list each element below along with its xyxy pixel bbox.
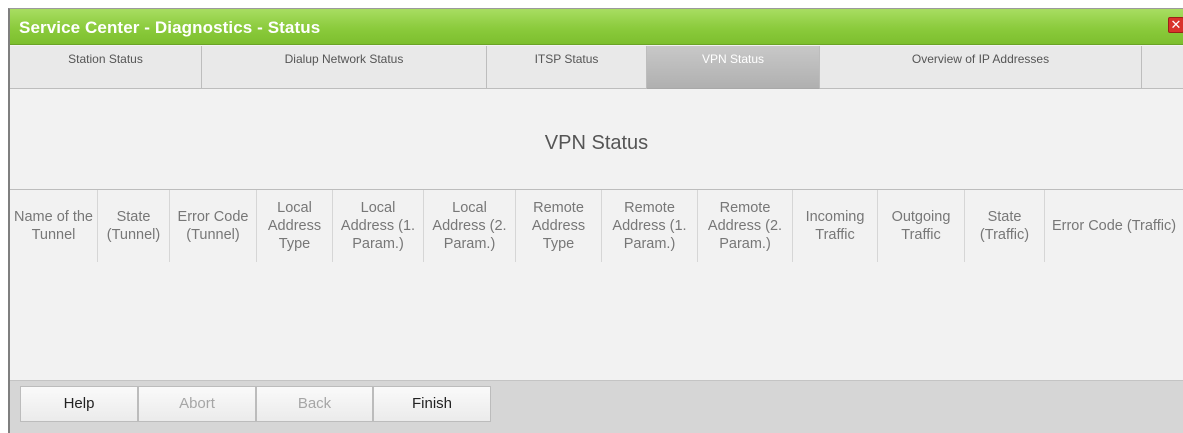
column-header-outgoing-traffic: Outgoing Traffic bbox=[878, 190, 965, 262]
column-header-state-traffic: State (Traffic) bbox=[965, 190, 1045, 262]
column-header-error-code-traffic: Error Code (Traffic) bbox=[1051, 218, 1177, 234]
column-header-tunnel-name: Name of the Tunnel bbox=[10, 190, 98, 262]
finish-button[interactable]: Finish bbox=[373, 386, 491, 422]
tab-overview-ip-addresses[interactable]: Overview of IP Addresses bbox=[820, 46, 1142, 89]
tab-dialup-network-status[interactable]: Dialup Network Status bbox=[202, 46, 487, 89]
tab-bar: Station Status Dialup Network Status ITS… bbox=[10, 46, 1183, 89]
close-icon[interactable]: ✕ bbox=[1168, 17, 1183, 33]
window-title: Service Center - Diagnostics - Status bbox=[19, 18, 321, 37]
main-content: VPN Status Name of the Tunnel State (Tun… bbox=[10, 89, 1183, 380]
help-button[interactable]: Help bbox=[20, 386, 138, 422]
abort-button[interactable]: Abort bbox=[138, 386, 256, 422]
button-bar: Help Abort Back Finish bbox=[10, 380, 1183, 433]
service-center-window: Service Center - Diagnostics - Status ✕ … bbox=[8, 8, 1183, 433]
column-header-local-address-1: Local Address (1. Param.) bbox=[333, 190, 424, 262]
column-header-error-code-tunnel: Error Code (Tunnel) bbox=[170, 190, 257, 262]
column-header-local-address-type: Local Address Type bbox=[257, 190, 333, 262]
column-header-incoming-traffic: Incoming Traffic bbox=[793, 190, 878, 262]
tab-bar-filler bbox=[1142, 46, 1183, 89]
column-header-state-tunnel: State (Tunnel) bbox=[98, 190, 170, 262]
tab-itsp-status[interactable]: ITSP Status bbox=[487, 46, 647, 89]
section-title: VPN Status bbox=[544, 132, 649, 154]
back-button[interactable]: Back bbox=[256, 386, 373, 422]
vpn-table-header: Name of the Tunnel State (Tunnel) Error … bbox=[10, 189, 1183, 262]
title-bar: Service Center - Diagnostics - Status ✕ bbox=[10, 9, 1183, 45]
column-header-remote-address-1: Remote Address (1. Param.) bbox=[602, 190, 698, 262]
column-header-local-address-2: Local Address (2. Param.) bbox=[424, 190, 516, 262]
column-header-remote-address-2: Remote Address (2. Param.) bbox=[698, 190, 793, 262]
tab-vpn-status[interactable]: VPN Status bbox=[647, 46, 820, 89]
column-header-remote-address-type: Remote Address Type bbox=[516, 190, 602, 262]
tab-station-status[interactable]: Station Status bbox=[10, 46, 202, 89]
